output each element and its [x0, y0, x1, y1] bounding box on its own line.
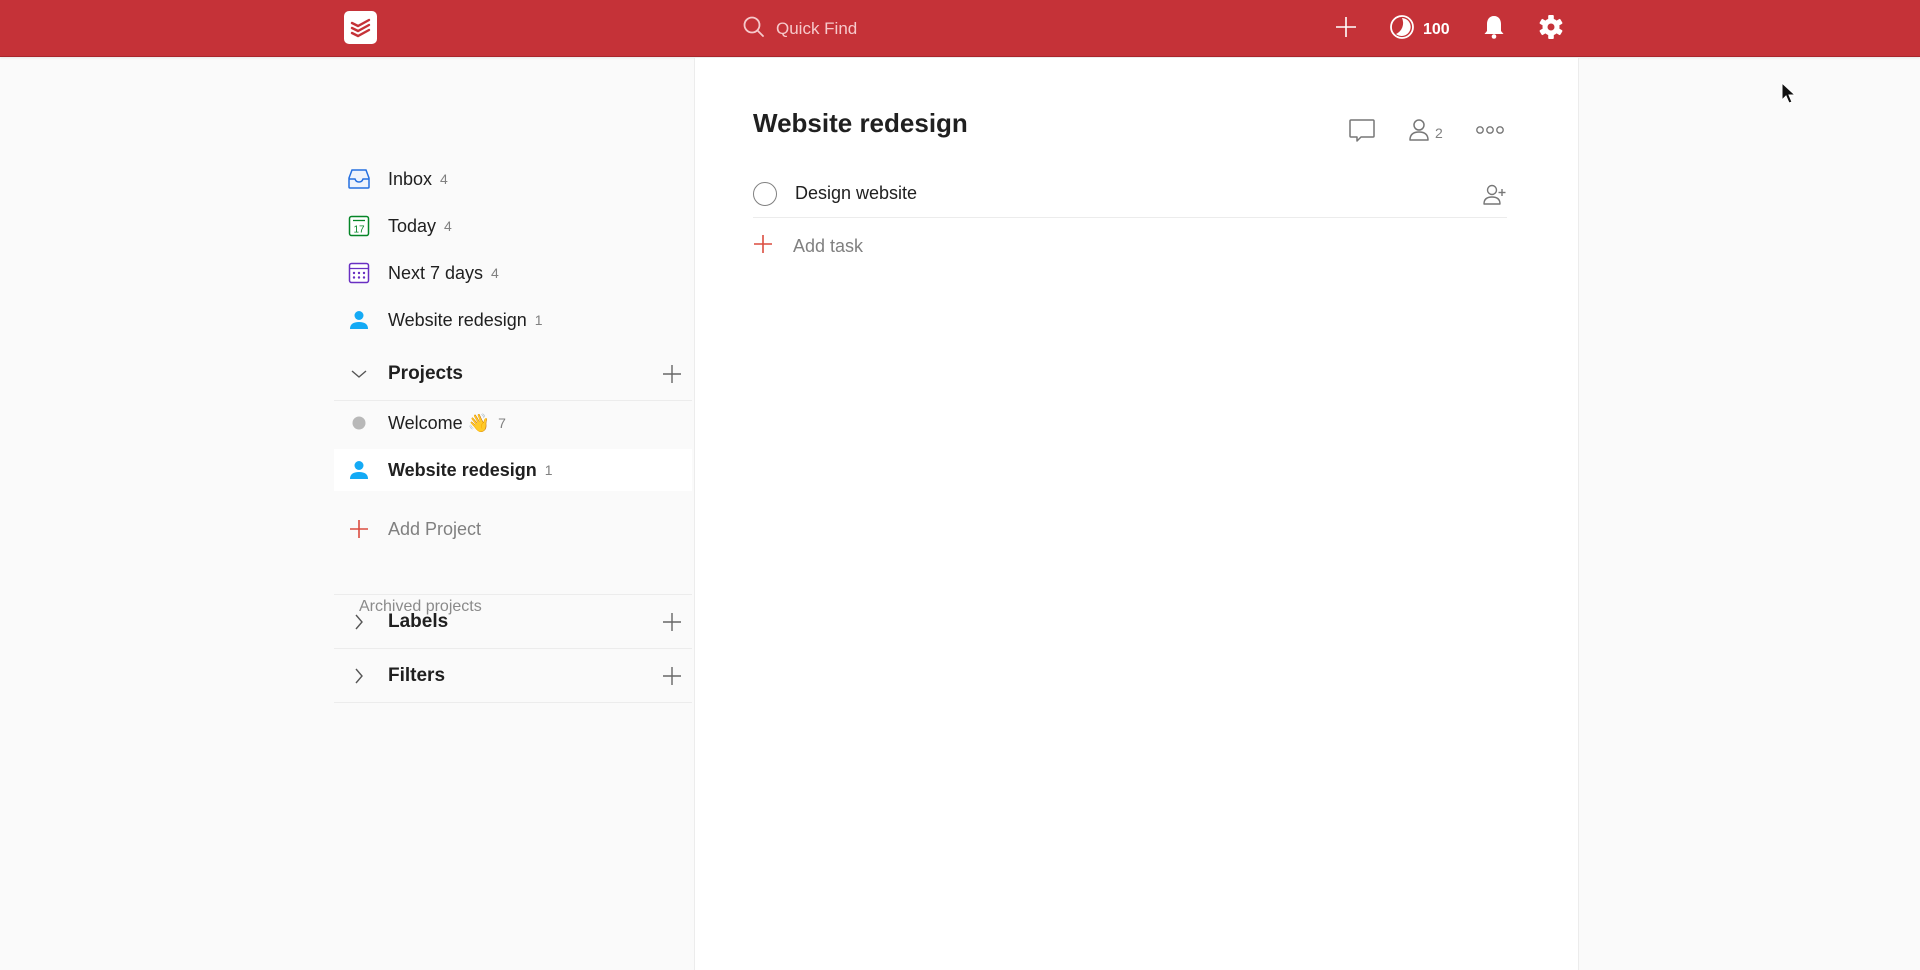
add-project-label: Add Project: [388, 518, 482, 539]
main-right-border: [1578, 58, 1579, 970]
quick-add-button[interactable]: [1333, 12, 1359, 47]
add-task-label: Add task: [793, 235, 864, 256]
sidebar-item-label: Next 7 days: [388, 262, 484, 283]
chevron-right-icon[interactable]: [347, 667, 371, 685]
chevron-right-icon[interactable]: [347, 613, 371, 631]
karma-button[interactable]: 100: [1389, 12, 1450, 47]
gear-icon: [1537, 12, 1565, 47]
add-label-plus-icon[interactable]: [662, 612, 682, 637]
notifications-button[interactable]: [1481, 12, 1507, 47]
sidebar-item-count: 4: [491, 265, 499, 281]
bell-icon: [1481, 12, 1507, 47]
comments-button[interactable]: [1348, 116, 1376, 149]
search-placeholder: Quick Find: [776, 19, 858, 38]
quick-find-search[interactable]: Quick Find: [742, 14, 1082, 44]
sidebar-item-label: Today: [388, 215, 437, 236]
sidebar: Inbox 4 17 Today 4 Next 7 days 4 Website…: [334, 58, 692, 970]
plus-icon: [1333, 12, 1359, 47]
person-icon: [1407, 116, 1431, 149]
project-item-label: Welcome 👋: [388, 412, 491, 433]
sidebar-item-today[interactable]: 17 Today 4: [334, 205, 692, 247]
calendar-week-icon: [347, 261, 371, 285]
share-collaborators-button[interactable]: 2: [1407, 116, 1443, 149]
project-item-count: 7: [498, 415, 506, 431]
svg-text:17: 17: [353, 225, 365, 236]
sidebar-item-count: 4: [444, 218, 452, 234]
shared-person-icon: [347, 308, 371, 332]
mouse-cursor-icon: [1781, 81, 1797, 111]
sidebar-item-website-redesign-favorite[interactable]: Website redesign 1: [334, 299, 692, 341]
labels-section-header: Labels: [334, 595, 692, 649]
collaborator-count: 2: [1435, 124, 1443, 141]
top-bar: Quick Find 100: [0, 0, 1920, 57]
sidebar-item-count: 1: [534, 312, 543, 328]
main-content: Website redesign 2 Design website Add ta…: [695, 58, 1579, 970]
projects-section-title[interactable]: Projects: [388, 363, 463, 385]
filters-section-header: Filters: [334, 649, 692, 703]
shared-person-icon: [347, 458, 371, 482]
project-item-label: Website redesign: [388, 459, 537, 480]
project-item-count: 1: [544, 462, 553, 478]
project-item-welcome[interactable]: Welcome 👋 7: [334, 402, 692, 444]
add-filter-plus-icon[interactable]: [662, 666, 682, 691]
sidebar-item-next-7-days[interactable]: Next 7 days 4: [334, 252, 692, 294]
sidebar-item-inbox[interactable]: Inbox 4: [334, 158, 692, 200]
plus-icon: [753, 234, 773, 259]
task-row: Design website: [753, 170, 1507, 218]
project-title: Website redesign: [753, 108, 968, 138]
add-project-plus-icon[interactable]: [662, 364, 682, 389]
gray-dot-icon: [347, 411, 371, 435]
karma-count: 100: [1423, 20, 1450, 38]
labels-section-title[interactable]: Labels: [388, 611, 448, 633]
task-content[interactable]: Design website: [795, 183, 917, 204]
chevron-down-icon[interactable]: [347, 368, 371, 380]
sidebar-item-count: 4: [440, 171, 448, 187]
filters-section-title[interactable]: Filters: [388, 665, 445, 687]
settings-button[interactable]: [1537, 12, 1565, 47]
inbox-icon: [347, 167, 371, 191]
projects-section-header: Projects: [334, 347, 692, 401]
sidebar-item-label: Website redesign: [388, 309, 527, 330]
plus-icon: [347, 519, 371, 539]
project-item-website-redesign[interactable]: Website redesign 1: [334, 449, 692, 491]
add-project-button[interactable]: Add Project: [334, 511, 692, 547]
more-horizontal-icon: [1475, 116, 1505, 149]
todoist-logo-icon[interactable]: [344, 11, 377, 44]
comment-icon: [1348, 116, 1376, 149]
add-task-button[interactable]: Add task: [753, 228, 863, 264]
karma-icon: [1389, 12, 1415, 47]
assign-person-plus-icon[interactable]: [1481, 182, 1507, 213]
task-checkbox[interactable]: [753, 181, 777, 206]
more-options-button[interactable]: [1475, 116, 1505, 149]
sidebar-item-label: Inbox: [388, 168, 433, 189]
search-icon: [742, 15, 766, 44]
calendar-today-icon: 17: [347, 214, 371, 238]
